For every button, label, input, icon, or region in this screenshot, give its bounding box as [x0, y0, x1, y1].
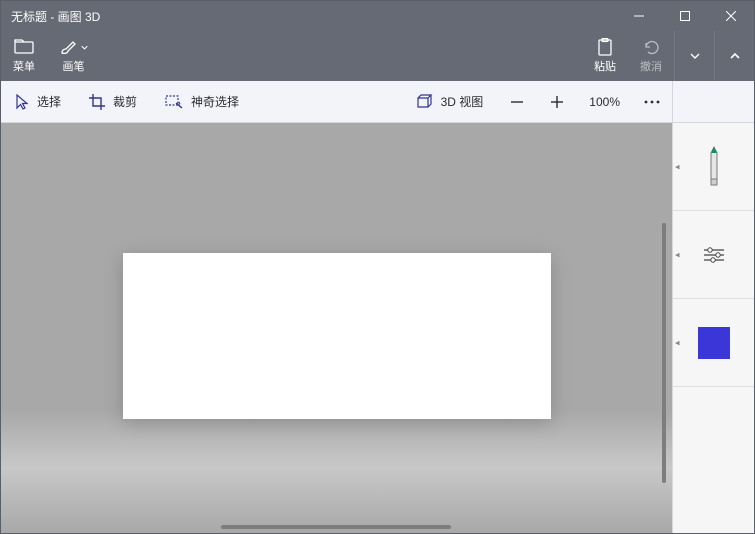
panel-expand-button[interactable] — [714, 31, 754, 81]
history-dropdown[interactable] — [674, 31, 714, 81]
toolbar: 选择 裁剪 神奇选择 3D 视图 100% — [1, 81, 754, 123]
magic-select-tool[interactable]: 神奇选择 — [151, 81, 253, 122]
magic-select-label: 神奇选择 — [191, 93, 239, 110]
brush-icon — [59, 38, 88, 56]
close-button[interactable] — [708, 1, 754, 31]
view3d-button[interactable]: 3D 视图 — [401, 81, 498, 122]
minus-icon — [510, 95, 524, 109]
marker-icon — [703, 145, 725, 189]
maximize-icon — [680, 11, 690, 21]
select-tool[interactable]: 选择 — [1, 81, 75, 122]
vertical-scrollbar[interactable] — [662, 223, 666, 483]
collapse-handle-icon[interactable]: ◂ — [675, 249, 680, 260]
maximize-button[interactable] — [662, 1, 708, 31]
window-title: 无标题 - 画图 3D — [1, 8, 616, 25]
crop-tool[interactable]: 裁剪 — [75, 81, 151, 122]
undo-label: 撤消 — [640, 58, 662, 74]
brush-label: 画笔 — [63, 58, 85, 74]
toolbar-panel-spacer — [672, 81, 754, 122]
sliders-icon — [704, 247, 724, 263]
zoom-level[interactable]: 100% — [577, 95, 632, 109]
minimize-button[interactable] — [616, 1, 662, 31]
workarea: ◂ ◂ ◂ — [1, 123, 754, 533]
tool-options-rail: ◂ ◂ ◂ — [672, 123, 754, 533]
plus-icon — [550, 95, 564, 109]
menu-label: 菜单 — [13, 58, 35, 74]
more-icon — [644, 100, 660, 104]
undo-button[interactable]: 撤消 — [628, 31, 674, 81]
minimize-icon — [634, 11, 644, 21]
brush-button[interactable]: 画笔 — [47, 31, 100, 81]
zoom-in-button[interactable] — [537, 81, 577, 122]
toolbar-overflow[interactable] — [632, 100, 672, 104]
titlebar: 无标题 - 画图 3D — [1, 1, 754, 31]
zoom-out-button[interactable] — [497, 81, 537, 122]
color-cell[interactable]: ◂ — [673, 299, 754, 387]
canvas-viewport[interactable] — [1, 123, 672, 533]
collapse-handle-icon[interactable]: ◂ — [675, 337, 680, 348]
brush-preview-cell[interactable]: ◂ — [673, 123, 754, 211]
chevron-down-icon — [81, 44, 88, 51]
select-label: 选择 — [37, 93, 61, 110]
crop-label: 裁剪 — [113, 93, 137, 110]
brush-settings-cell[interactable]: ◂ — [673, 211, 754, 299]
chevron-down-icon — [690, 51, 700, 61]
menu-button[interactable]: 菜单 — [1, 31, 47, 81]
cursor-icon — [15, 94, 29, 110]
paste-button[interactable]: 粘贴 — [582, 31, 628, 81]
paste-label: 粘贴 — [594, 58, 616, 74]
folder-icon — [14, 38, 34, 56]
command-bar: 菜单 画笔 粘贴 撤消 — [1, 31, 754, 81]
rail-empty — [673, 387, 754, 533]
window-controls — [616, 1, 754, 31]
undo-icon — [642, 38, 660, 56]
close-icon — [726, 11, 736, 21]
cube3d-icon — [415, 94, 433, 110]
chevron-up-icon — [729, 50, 741, 62]
collapse-handle-icon[interactable]: ◂ — [675, 161, 680, 172]
crop-icon — [89, 94, 105, 110]
horizontal-scrollbar[interactable] — [221, 525, 451, 529]
canvas[interactable] — [123, 253, 551, 419]
magic-select-icon — [165, 95, 183, 109]
view3d-label: 3D 视图 — [441, 93, 484, 110]
app-window: 无标题 - 画图 3D 菜单 画笔 — [0, 0, 755, 534]
clipboard-icon — [597, 38, 613, 56]
current-color-swatch[interactable] — [698, 327, 730, 359]
